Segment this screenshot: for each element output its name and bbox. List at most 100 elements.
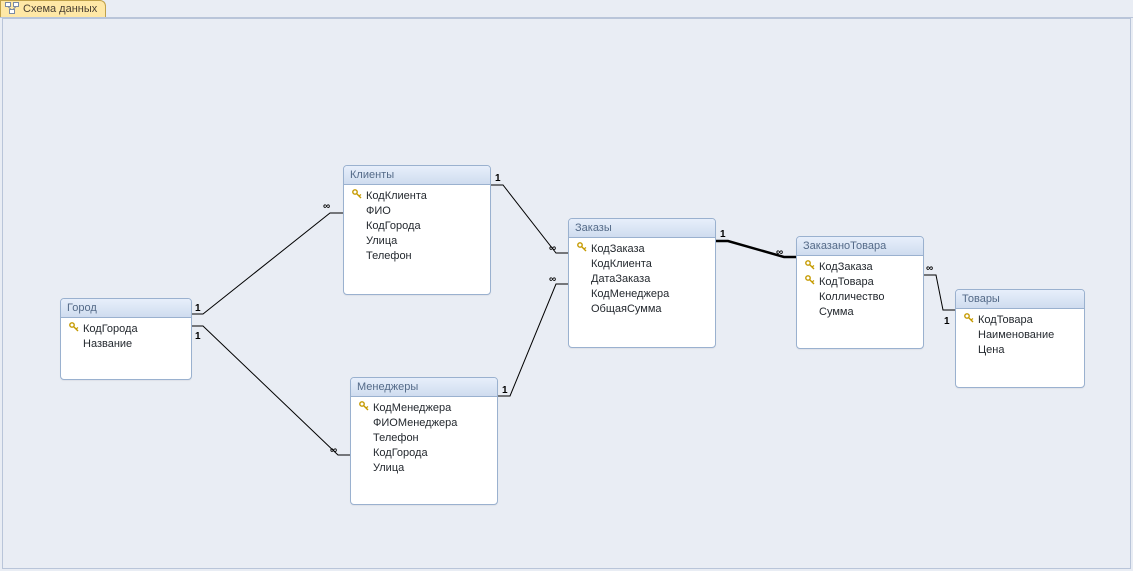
key-cell xyxy=(805,275,819,288)
field-name: Цена xyxy=(978,344,1004,356)
field-row[interactable]: Колличество xyxy=(801,289,919,304)
table-zakazy[interactable]: Заказы КодЗаказа КодКлиентаДатаЗаказа КодМе… xyxy=(568,218,716,348)
field-name: Название xyxy=(83,338,132,350)
field-name: Улица xyxy=(373,462,404,474)
field-row[interactable]: ДатаЗаказа xyxy=(573,271,711,286)
field-list: КодЗаказа КодТовара Колличество Сумма xyxy=(797,256,923,325)
field-row[interactable]: Улица xyxy=(355,460,493,475)
relation-klienty-zakazy[interactable] xyxy=(491,185,568,253)
field-list: КодЗаказа КодКлиентаДатаЗаказа КодМенеджер… xyxy=(569,238,715,322)
field-row[interactable]: Сумма xyxy=(801,304,919,319)
table-title[interactable]: Менеджеры xyxy=(351,378,497,397)
field-name: ФИО xyxy=(366,205,391,217)
field-row[interactable]: КодКлиента xyxy=(348,188,486,203)
cardinality-label: ∞ xyxy=(323,201,330,212)
cardinality-label: 1 xyxy=(720,229,726,240)
cardinality-label: 1 xyxy=(502,385,508,396)
cardinality-label: ∞ xyxy=(926,263,933,274)
field-name: КодЗаказа xyxy=(591,243,645,255)
field-name: Телефон xyxy=(366,250,412,262)
field-row[interactable]: КодГорода xyxy=(355,445,493,460)
tab-label: Схема данных xyxy=(23,3,97,15)
table-title[interactable]: Заказы xyxy=(569,219,715,238)
field-list: КодГорода Название xyxy=(61,318,191,357)
field-name: ОбщаяСумма xyxy=(591,303,662,315)
key-cell xyxy=(359,401,373,414)
cardinality-label: 1 xyxy=(495,173,501,184)
field-name: Улица xyxy=(366,235,397,247)
cardinality-label: 1 xyxy=(195,331,201,342)
key-cell xyxy=(964,313,978,326)
key-cell xyxy=(69,322,83,335)
field-row[interactable]: ФИОМенеджера xyxy=(355,415,493,430)
table-title[interactable]: ЗаказаноТовара xyxy=(797,237,923,256)
field-row[interactable]: КодТовара xyxy=(801,274,919,289)
field-name: ФИОМенеджера xyxy=(373,417,457,429)
field-name: КодКлиента xyxy=(591,258,652,270)
field-row[interactable]: КодГорода xyxy=(348,218,486,233)
field-list: КодТовара Наименование Цена xyxy=(956,309,1084,363)
field-list: КодКлиента ФИО КодГорода Улица Телефон xyxy=(344,185,490,269)
table-zakazanotovara[interactable]: ЗаказаноТовара КодЗаказа КодТовара Колличес… xyxy=(796,236,924,349)
field-name: КодТовара xyxy=(978,314,1033,326)
field-row[interactable]: ОбщаяСумма xyxy=(573,301,711,316)
field-row[interactable]: Улица xyxy=(348,233,486,248)
primary-key-icon xyxy=(577,242,587,255)
field-name: КодЗаказа xyxy=(819,261,873,273)
table-tovary[interactable]: Товары КодТовара Наименование Цена xyxy=(955,289,1085,388)
field-row[interactable]: КодЗаказа xyxy=(573,241,711,256)
tab-schema[interactable]: Схема данных xyxy=(0,0,106,17)
field-row[interactable]: Телефон xyxy=(355,430,493,445)
cardinality-label: ∞ xyxy=(549,243,556,254)
field-name: КодГорода xyxy=(366,220,421,232)
field-name: КодМенеджера xyxy=(373,402,451,414)
primary-key-icon xyxy=(964,313,974,326)
field-name: КодГорода xyxy=(373,447,428,459)
relation-gorod-klienty[interactable] xyxy=(192,213,343,314)
cardinality-label: ∞ xyxy=(776,247,783,258)
field-row[interactable]: КодКлиента xyxy=(573,256,711,271)
cardinality-label: 1 xyxy=(944,316,950,327)
primary-key-icon xyxy=(69,322,79,335)
relation-zakazano-tovary[interactable] xyxy=(924,275,955,310)
field-name: КодМенеджера xyxy=(591,288,669,300)
cardinality-label: 1 xyxy=(195,303,201,314)
primary-key-icon xyxy=(805,260,815,273)
field-name: Колличество xyxy=(819,291,885,303)
key-cell xyxy=(352,189,366,202)
primary-key-icon xyxy=(352,189,362,202)
table-title[interactable]: Клиенты xyxy=(344,166,490,185)
field-row[interactable]: Название xyxy=(65,336,187,351)
schema-canvas[interactable]: 1∞1∞1∞1∞1∞∞1 ГородКодГородаНазваниеКлиен… xyxy=(2,18,1131,569)
field-row[interactable]: ФИО xyxy=(348,203,486,218)
field-name: КодГорода xyxy=(83,323,138,335)
cardinality-label: ∞ xyxy=(330,445,337,456)
field-row[interactable]: КодГорода xyxy=(65,321,187,336)
field-row[interactable]: КодТовара xyxy=(960,312,1080,327)
field-name: КодТовара xyxy=(819,276,874,288)
relationships-icon xyxy=(5,2,19,17)
relation-gorod-menedzhery[interactable] xyxy=(192,326,350,455)
relation-menedzhery-zakazy[interactable] xyxy=(498,284,568,396)
tab-strip: Схема данных xyxy=(0,0,1133,18)
key-cell xyxy=(577,242,591,255)
key-cell xyxy=(805,260,819,273)
field-name: Телефон xyxy=(373,432,419,444)
field-name: Наименование xyxy=(978,329,1054,341)
field-row[interactable]: КодЗаказа xyxy=(801,259,919,274)
table-gorod[interactable]: Город КодГорода Название xyxy=(60,298,192,380)
primary-key-icon xyxy=(359,401,369,414)
field-row[interactable]: КодМенеджера xyxy=(355,400,493,415)
primary-key-icon xyxy=(805,275,815,288)
table-menedzhery[interactable]: Менеджеры КодМенеджера ФИОМенеджера Телефон… xyxy=(350,377,498,505)
table-title[interactable]: Город xyxy=(61,299,191,318)
relation-zakazy-zakazano[interactable] xyxy=(716,241,796,257)
field-row[interactable]: КодМенеджера xyxy=(573,286,711,301)
field-row[interactable]: Телефон xyxy=(348,248,486,263)
field-name: КодКлиента xyxy=(366,190,427,202)
table-title[interactable]: Товары xyxy=(956,290,1084,309)
field-name: Сумма xyxy=(819,306,854,318)
field-row[interactable]: Наименование xyxy=(960,327,1080,342)
table-klienty[interactable]: Клиенты КодКлиента ФИО КодГорода Улица Телефо… xyxy=(343,165,491,295)
field-row[interactable]: Цена xyxy=(960,342,1080,357)
